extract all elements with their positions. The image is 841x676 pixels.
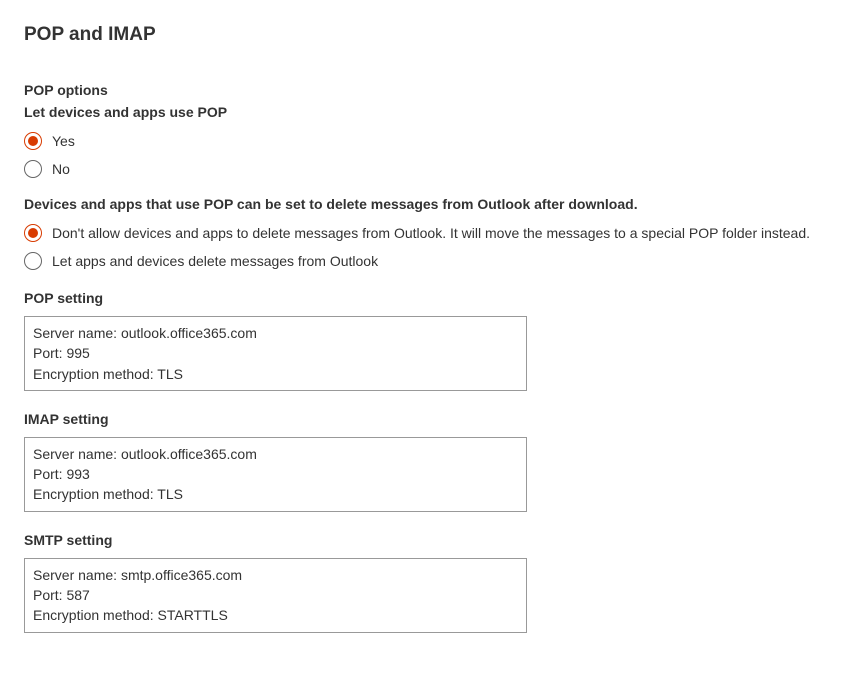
imap-port-line: Port: 993	[33, 464, 518, 484]
pop-setting-heading: POP setting	[24, 290, 841, 306]
page-title: POP and IMAP	[24, 24, 841, 46]
use-pop-label: Let devices and apps use POP	[24, 104, 841, 120]
smtp-port-line: Port: 587	[33, 585, 518, 605]
radio-icon	[24, 160, 42, 178]
delete-label: Devices and apps that use POP can be set…	[24, 196, 841, 212]
imap-setting-heading: IMAP setting	[24, 411, 841, 427]
use-pop-radio-group: Yes No	[24, 132, 841, 178]
radio-label-dont: Don't allow devices and apps to delete m…	[52, 225, 810, 241]
smtp-setting-heading: SMTP setting	[24, 532, 841, 548]
imap-encryption-line: Encryption method: TLS	[33, 484, 518, 504]
pop-port-line: Port: 995	[33, 343, 518, 363]
pop-encryption-line: Encryption method: TLS	[33, 364, 518, 384]
smtp-encryption-line: Encryption method: STARTTLS	[33, 605, 518, 625]
imap-server-line: Server name: outlook.office365.com	[33, 444, 518, 464]
radio-label-allow: Let apps and devices delete messages fro…	[52, 253, 378, 269]
radio-icon	[24, 252, 42, 270]
pop-options-heading: POP options	[24, 82, 841, 98]
smtp-server-line: Server name: smtp.office365.com	[33, 565, 518, 585]
delete-radio-group: Don't allow devices and apps to delete m…	[24, 224, 841, 270]
radio-label-yes: Yes	[52, 133, 75, 149]
radio-icon	[24, 224, 42, 242]
radio-icon	[24, 132, 42, 150]
radio-use-pop-yes[interactable]: Yes	[24, 132, 841, 150]
pop-server-line: Server name: outlook.office365.com	[33, 323, 518, 343]
radio-use-pop-no[interactable]: No	[24, 160, 841, 178]
pop-setting-box: Server name: outlook.office365.com Port:…	[24, 316, 527, 391]
radio-label-no: No	[52, 161, 70, 177]
imap-setting-box: Server name: outlook.office365.com Port:…	[24, 437, 527, 512]
radio-delete-allow[interactable]: Let apps and devices delete messages fro…	[24, 252, 841, 270]
smtp-setting-box: Server name: smtp.office365.com Port: 58…	[24, 558, 527, 633]
radio-delete-dont[interactable]: Don't allow devices and apps to delete m…	[24, 224, 841, 242]
